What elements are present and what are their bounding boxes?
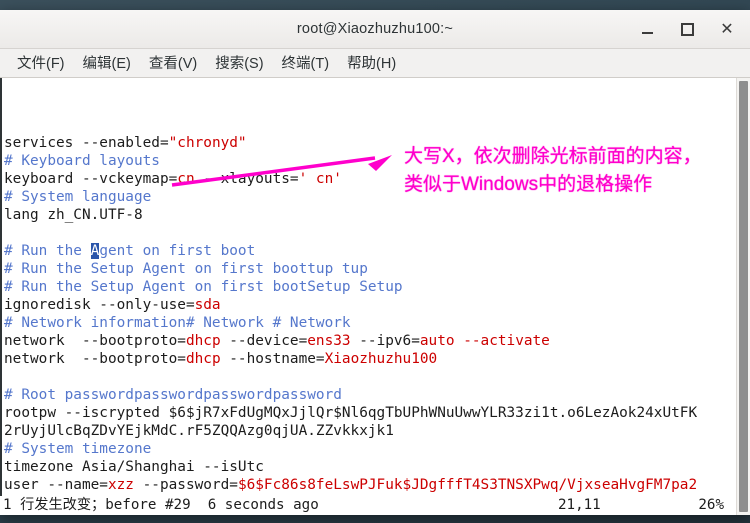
terminal-text: user --name=	[4, 477, 108, 493]
terminal-text: gent on first boot	[99, 243, 256, 259]
terminal-text: --device=	[220, 333, 308, 349]
terminal-line: # Run the Agent on first boot	[1, 242, 736, 260]
close-icon: ✕	[720, 19, 734, 38]
vim-status-line: 1 行发生改变；before #29 6 seconds ago 21,11 2…	[0, 496, 736, 515]
minimize-button[interactable]	[632, 15, 662, 43]
maximize-button[interactable]	[672, 15, 702, 43]
terminal-text: # Keyboard layouts	[4, 153, 160, 169]
terminal-text: 2rUyjUlcBqZDvYEjkMdC.rF5ZQQAzg0qjUA.ZZvk…	[4, 423, 394, 439]
scrollbar-thumb[interactable]	[739, 81, 748, 512]
terminal-text: # Run the Setup Agent on first bootSetup…	[4, 279, 403, 295]
menu-item-edit[interactable]: 编辑(E)	[74, 49, 140, 77]
cursor-position: 21,11	[558, 497, 601, 513]
window-title: root@Xiaozhuzhu100:~	[296, 21, 454, 37]
menu-bar: 文件(F) 编辑(E) 查看(V) 搜索(S) 终端(T) 帮助(H)	[0, 49, 750, 78]
terminal-text: sda	[194, 297, 221, 313]
scroll-percent: 26%	[698, 497, 724, 513]
terminal-line: rootpw --iscrypted $6$jR7xFdUgMQxJjlQr$N…	[1, 404, 736, 422]
terminal-line: 2rUyjUlcBqZDvYEjkMdC.rF5ZQQAzg0qjUA.ZZvk…	[1, 422, 736, 440]
terminal-line: keyboard --vckeymap=cn --xlayouts=' cn'	[1, 170, 736, 188]
terminal-output[interactable]: services --enabled="chronyd" # Keyboard l…	[0, 78, 736, 515]
terminal-text: # Root passwordpasswordpasswordpassword	[4, 387, 342, 403]
terminal-text: $6$Fc86s8feLswPJFuk$JDgfffT4S3TNSXPwq/Vj…	[237, 477, 698, 493]
terminal-text: ignoredisk --only-use=	[4, 297, 195, 313]
terminal-text: # Network information# Network # Network	[4, 315, 351, 331]
menu-item-view[interactable]: 查看(V)	[140, 49, 206, 77]
terminal-line: # Root passwordpasswordpasswordpassword	[1, 386, 736, 404]
terminal-line: timezone Asia/Shanghai --isUtc	[1, 458, 736, 476]
terminal-text: cn	[177, 171, 195, 187]
terminal-text: --xlayouts=	[194, 171, 299, 187]
menu-item-terminal[interactable]: 终端(T)	[273, 49, 339, 77]
terminal-line: # Keyboard layouts	[1, 152, 736, 170]
terminal-text: # System timezone	[4, 441, 152, 457]
terminal-scrollbar[interactable]	[736, 78, 750, 515]
terminal-text: dhcp	[185, 333, 221, 349]
terminal-text: # Run the Setup Agent on first boottup t…	[4, 261, 368, 277]
terminal-text: services --enabled=	[4, 135, 169, 151]
terminal-window: root@Xiaozhuzhu100:~ ✕ 文件(F) 编辑(E) 查看(V)…	[0, 10, 750, 515]
menu-item-file[interactable]: 文件(F)	[8, 49, 74, 77]
title-bar[interactable]: root@Xiaozhuzhu100:~ ✕	[0, 10, 750, 49]
terminal-line: # Run the Setup Agent on first boottup t…	[1, 260, 736, 278]
terminal-left-edge	[0, 78, 2, 515]
text-cursor: A	[90, 243, 100, 259]
terminal-text: lang zh_CN.UTF-8	[4, 207, 143, 223]
terminal-text: timezone Asia/Shanghai --isUtc	[4, 459, 264, 475]
terminal-line: services --enabled="chronyd"	[1, 134, 736, 152]
terminal-text: auto	[419, 333, 455, 349]
status-message: 1 行发生改变；before #29 6 seconds ago	[3, 497, 319, 513]
terminal-line: lang zh_CN.UTF-8	[1, 206, 736, 224]
terminal-text: --ipv6=	[350, 333, 420, 349]
terminal-line: ignoredisk --only-use=sda	[1, 296, 736, 314]
terminal-line: # Run the Setup Agent on first bootSetup…	[1, 278, 736, 296]
terminal-line: # System timezone	[1, 440, 736, 458]
terminal-text: keyboard --vckeymap=	[4, 171, 178, 187]
minimize-icon	[641, 32, 653, 34]
screen: root@Xiaozhuzhu100:~ ✕ 文件(F) 编辑(E) 查看(V)…	[0, 0, 750, 523]
terminal-text: # System language	[4, 189, 152, 205]
terminal-line: # Network information# Network # Network	[1, 314, 736, 332]
terminal-text: network --bootproto=	[4, 351, 186, 367]
terminal-text: xzz	[107, 477, 134, 493]
terminal-text: --password=	[133, 477, 238, 493]
terminal-line: # System language	[1, 188, 736, 206]
terminal-text: ens33	[307, 333, 351, 349]
terminal-text: # Run the	[4, 243, 91, 259]
terminal-text: rootpw --iscrypted $6$jR7xFdUgMQxJjlQr$N…	[4, 405, 698, 421]
terminal-text: dhcp	[185, 351, 221, 367]
terminal-text: Xiaozhuzhu100	[324, 351, 438, 367]
terminal-area: services --enabled="chronyd" # Keyboard l…	[0, 78, 750, 515]
terminal-text: ' cn'	[298, 171, 342, 187]
maximize-icon	[680, 22, 694, 36]
menu-item-search[interactable]: 搜索(S)	[206, 49, 272, 77]
terminal-line: network --bootproto=dhcp --device=ens33 …	[1, 332, 736, 350]
terminal-line: user --name=xzz --password=$6$Fc86s8feLs…	[1, 476, 736, 494]
terminal-text: --hostname=	[220, 351, 325, 367]
terminal-text: network --bootproto=	[4, 333, 186, 349]
terminal-lines: services --enabled="chronyd" # Keyboard l…	[1, 134, 736, 515]
menu-item-help[interactable]: 帮助(H)	[338, 49, 405, 77]
window-controls: ✕	[632, 10, 742, 48]
terminal-text: --activate	[454, 333, 550, 349]
close-button[interactable]: ✕	[712, 15, 742, 43]
terminal-line: network --bootproto=dhcp --hostname=Xiao…	[1, 350, 736, 368]
terminal-text: "chronyd"	[168, 135, 247, 151]
